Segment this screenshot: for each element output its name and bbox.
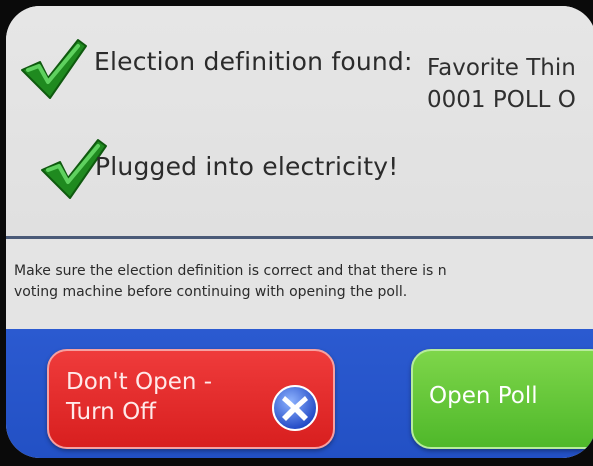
- check-icon: [21, 39, 87, 99]
- dont-open-turn-off-button[interactable]: Don't Open - Turn Off: [47, 349, 335, 449]
- election-definition-label: Election definition found:: [94, 47, 413, 76]
- instruction-line-1: Make sure the election definition is cor…: [14, 263, 447, 279]
- instruction-text: Make sure the election definition is cor…: [14, 261, 447, 303]
- instruction-message: Make sure the election definition is cor…: [6, 239, 593, 329]
- instruction-line-2: voting machine before continuing with op…: [14, 284, 408, 300]
- action-bar: Don't Open - Turn Off Open Poll: [6, 329, 593, 458]
- election-definition-value-line1: Favorite Thin: [427, 55, 576, 81]
- x-circle-icon: [272, 385, 318, 431]
- election-definition-value-line2: 0001 POLL O: [427, 87, 576, 113]
- electricity-status-label: Plugged into electricity!: [95, 152, 399, 181]
- voting-machine-screen: Election definition found: Favorite Thin…: [6, 6, 593, 458]
- dont-open-turn-off-label: Don't Open - Turn Off: [66, 369, 213, 425]
- open-poll-button[interactable]: Open Poll: [411, 349, 593, 449]
- status-panel: Election definition found: Favorite Thin…: [6, 6, 593, 238]
- open-poll-label: Open Poll: [429, 383, 538, 409]
